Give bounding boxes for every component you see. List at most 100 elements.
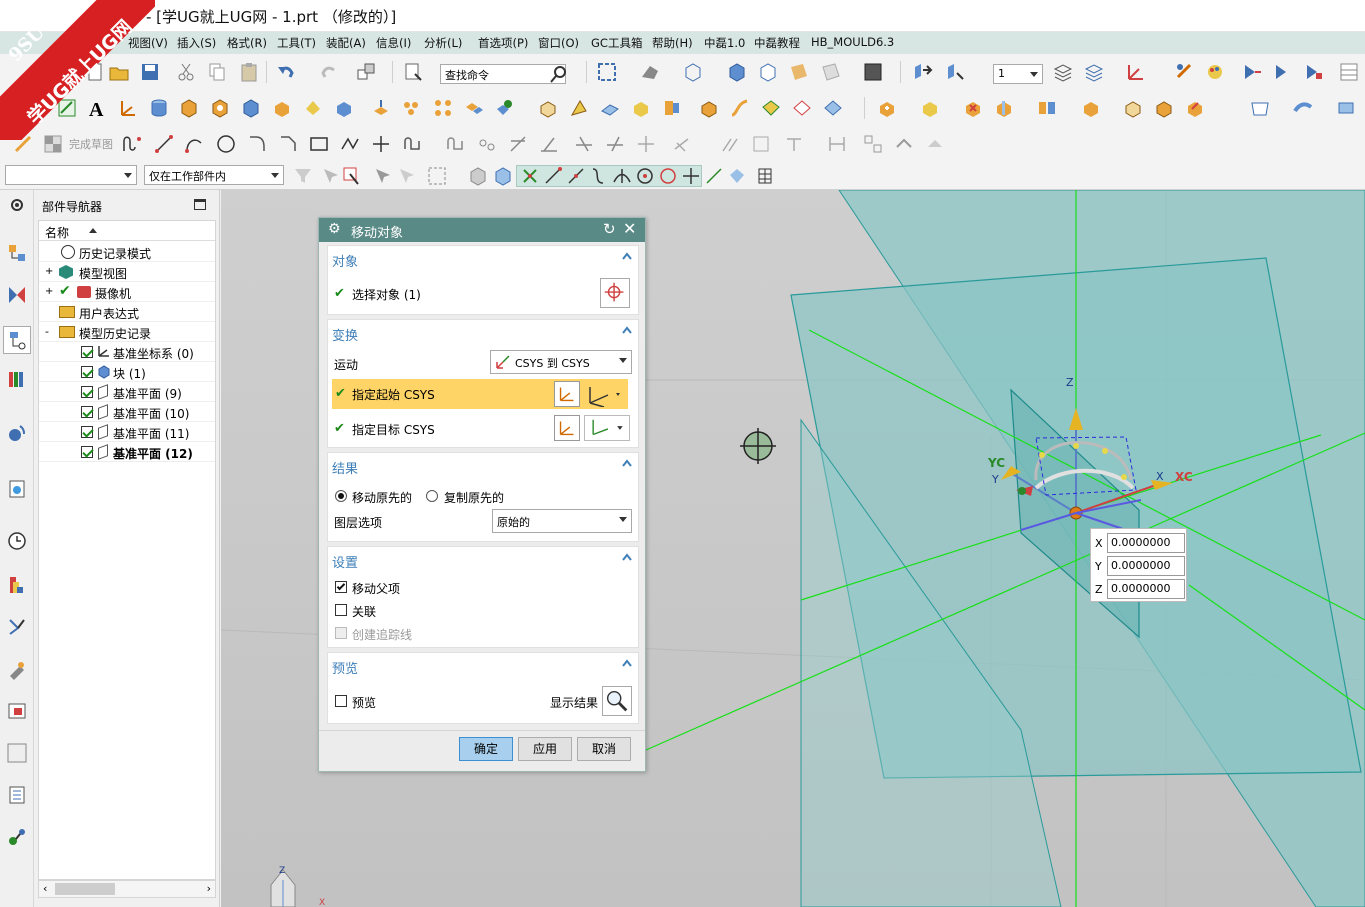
geometric-constraint-icon[interactable] [719,133,741,155]
ok-button[interactable]: 确定 [459,737,513,761]
offset-curve-icon[interactable] [401,133,423,155]
tree-item-block[interactable]: 块 (1) [39,362,215,382]
move-object-icon[interactable] [355,61,377,83]
history-clock-icon[interactable] [6,530,28,552]
coord-y-input[interactable]: 0.0000000 [1107,556,1185,576]
tree-item-datum-plane-11[interactable]: 基准平面 (11) [39,422,215,442]
rectangle-icon[interactable] [308,133,330,155]
reset-icon[interactable]: ↻ [603,220,616,238]
constraint-navigator-icon[interactable] [6,284,28,306]
blank-panel-icon[interactable] [6,742,28,764]
tree-item-cameras[interactable]: + ✔ 摄像机 [39,282,215,302]
grid-icon[interactable] [1338,61,1360,83]
search-icon[interactable] [548,63,566,83]
offset-face-icon[interactable] [537,97,559,119]
section-result-header[interactable]: 结果 [332,458,358,477]
tree-item-user-expressions[interactable]: 用户表达式 [39,302,215,322]
collapse-icon[interactable]: - [45,325,49,338]
chamfer-sketch-icon[interactable] [277,133,299,155]
menu-format[interactable]: 格式(R) [227,35,267,51]
snap-control-point-icon[interactable] [588,165,608,185]
assembly-explode-icon[interactable] [1184,97,1206,119]
shell-icon[interactable] [333,97,355,119]
wireframe-cube-icon[interactable] [682,61,704,83]
body-select-icon[interactable] [467,165,486,186]
sketch-relations-icon[interactable] [893,133,915,155]
process-studio-icon[interactable] [6,826,28,848]
tree-item-datum-csys[interactable]: 基准坐标系 (0) [39,342,215,362]
scroll-thumb[interactable] [55,883,115,895]
snap-point-on-face-icon[interactable] [703,165,723,185]
cut-icon[interactable] [175,61,197,83]
hd3d-tools-icon[interactable] [6,422,28,444]
associative-label[interactable]: 关联 [352,603,376,620]
face-analysis-icon[interactable] [788,61,810,83]
menu-hb-mould[interactable]: HB_MOULD6.3 [811,35,894,49]
maximize-icon[interactable] [194,199,206,210]
feature-group-icon[interactable] [372,165,390,183]
dialog-title-bar[interactable]: ⚙ 移动对象 ↻ ✕ [319,218,645,242]
collapse-chevron-icon[interactable] [622,459,632,467]
section-settings-header[interactable]: 设置 [332,552,358,571]
quick-extend-icon[interactable] [604,133,626,155]
subtract-icon[interactable] [494,97,516,119]
paste-icon[interactable] [238,61,260,83]
solid-cube-icon[interactable] [726,61,748,83]
type-filter-select[interactable] [5,165,137,185]
show-constraints-icon[interactable] [750,133,772,155]
surface-panel-icon[interactable] [1249,97,1271,119]
menu-preferences[interactable]: 首选项(P) [478,35,528,51]
assembly-navigator-icon[interactable] [6,242,28,264]
visibility-checkbox[interactable] [81,346,93,358]
sketch-settings-icon[interactable] [862,133,884,155]
finish-sketch-icon[interactable] [42,133,64,155]
select-face-icon[interactable] [1303,61,1325,83]
redo-icon[interactable] [318,61,340,83]
dialog-gear-icon[interactable]: ⚙ [328,221,341,237]
save-icon[interactable] [139,61,161,83]
snap-bounded-icon[interactable] [726,165,746,185]
scroll-left-icon[interactable]: ‹ [43,882,47,895]
tree-item-datum-plane-9[interactable]: 基准平面 (9) [39,382,215,402]
assembly-replace-icon[interactable] [1122,97,1144,119]
tool-reuse-icon[interactable] [6,658,28,680]
menu-window[interactable]: 窗口(O) [538,35,579,51]
through-curves-icon[interactable] [760,97,782,119]
collapse-chevron-icon[interactable] [622,659,632,667]
snap-mid-point-icon[interactable] [565,165,585,185]
edge-blend-icon[interactable] [599,97,621,119]
menu-zhonglei-tutorial[interactable]: 中磊教程 [754,35,800,51]
projection-curve-icon[interactable] [538,133,560,155]
block-icon[interactable] [240,97,262,119]
ruled-icon[interactable] [822,97,844,119]
menu-zhonglei[interactable]: 中磊1.0 [704,35,745,51]
line-icon[interactable] [153,133,175,155]
tree-item-history-mode[interactable]: 历史记录模式 [39,242,215,262]
layer-settings-icon[interactable] [1052,61,1074,83]
select-object-button[interactable] [600,278,630,308]
fillet-icon[interactable] [246,133,268,155]
work-layer-icon[interactable] [911,61,933,83]
sketch-icon[interactable] [56,97,78,119]
menu-analysis[interactable]: 分析(L) [424,35,462,51]
translucency-icon[interactable] [820,61,842,83]
motion-select[interactable]: CSYS 到 CSYS [490,350,632,374]
intersection-curve-icon[interactable] [507,133,529,155]
csys-type-select[interactable] [584,381,624,408]
column-header-name[interactable]: 名称 [39,221,215,241]
expand-icon[interactable]: + [45,286,53,297]
cylinder-icon[interactable] [148,97,170,119]
surface-offset-icon[interactable] [1292,97,1314,119]
finish-sketch-label[interactable]: 完成草图 [69,136,113,152]
draft-icon[interactable] [568,97,590,119]
thicken-icon[interactable] [698,97,720,119]
relax-dimension-icon[interactable] [826,133,848,155]
tree-item-model-views[interactable]: + 模型视图 [39,262,215,282]
assembly-wave-icon[interactable] [1153,97,1175,119]
snap-quadrant-icon[interactable] [657,165,677,185]
dimension-icon[interactable] [672,133,694,155]
menu-info[interactable]: 信息(I) [376,35,411,51]
face-select-icon[interactable] [492,165,511,186]
surface-extend-icon[interactable] [1335,97,1357,119]
auto-dimension-icon[interactable] [783,133,805,155]
